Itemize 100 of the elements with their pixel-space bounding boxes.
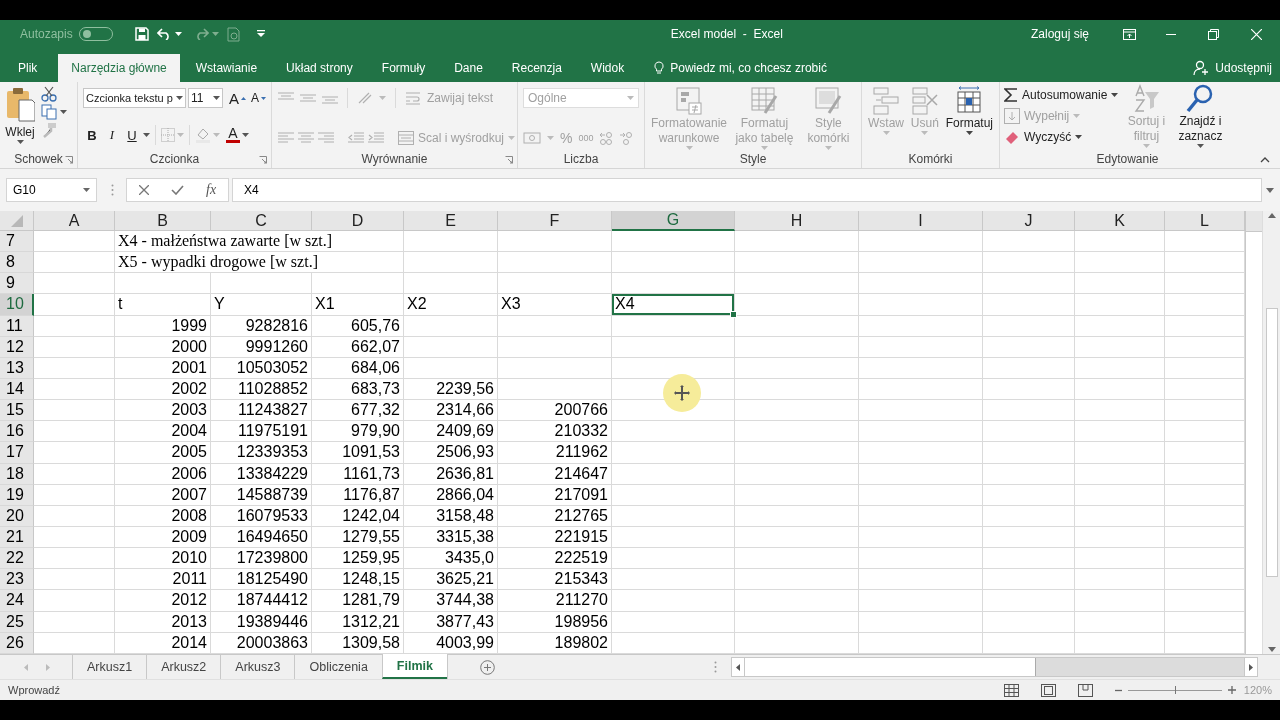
ribbon-tab[interactable]: Plik <box>0 54 56 82</box>
dialog-launcher-icon[interactable] <box>259 156 267 164</box>
table-cell: 2000 <box>115 336 211 358</box>
column-label-cell: X2 <box>404 294 498 316</box>
ribbon-display-icon[interactable] <box>1123 28 1136 40</box>
row-header[interactable]: 21 <box>0 526 34 549</box>
page-break-icon[interactable] <box>1077 683 1093 697</box>
column-header[interactable]: D <box>312 211 404 231</box>
row-header[interactable]: 19 <box>0 484 34 506</box>
zoom-in-icon[interactable] <box>1227 686 1236 694</box>
scissors-icon[interactable] <box>41 86 57 102</box>
name-box[interactable]: G10 <box>6 178 97 202</box>
scroll-up-icon[interactable] <box>1267 213 1276 218</box>
row-header[interactable]: 14 <box>0 379 34 401</box>
ribbon-tab[interactable]: Formuły <box>368 54 439 82</box>
editing-button[interactable]: Autosumowanie <box>1022 87 1108 102</box>
decrease-font-button[interactable]: A <box>251 91 259 105</box>
vertical-scrollbar[interactable] <box>1262 211 1280 654</box>
expand-formula-icon[interactable] <box>1266 187 1274 193</box>
row-header[interactable]: 16 <box>0 421 34 443</box>
row-header[interactable]: 8 <box>0 252 34 274</box>
row-header[interactable]: 17 <box>0 442 34 464</box>
add-sheet-icon[interactable] <box>479 659 495 675</box>
share-button[interactable]: Udostępnij <box>1215 61 1272 75</box>
check-icon[interactable] <box>171 185 184 195</box>
row-header[interactable]: 15 <box>0 400 34 422</box>
caret-icon <box>1111 92 1119 97</box>
group-label: Schowek <box>14 152 63 166</box>
row-header[interactable]: 23 <box>0 569 34 591</box>
find-select-button[interactable]: Znajdź i zaznacz <box>1174 84 1227 150</box>
ribbon-tab[interactable]: Narzędzia główne <box>58 54 180 82</box>
ribbon-tab[interactable]: Dane <box>441 54 496 82</box>
underline-button[interactable]: U <box>123 127 141 143</box>
row-header[interactable]: 10 <box>0 294 34 316</box>
sheet-tab[interactable]: Filmik <box>381 654 447 679</box>
dialog-launcher-icon[interactable] <box>505 156 513 164</box>
row-header[interactable]: 7 <box>0 231 34 253</box>
ribbon-button[interactable]: Formatuj <box>945 86 993 150</box>
insert-function-button[interactable]: fx <box>206 182 217 198</box>
customize-menu-icon[interactable] <box>256 30 265 38</box>
row-header[interactable]: 25 <box>0 611 34 633</box>
collapse-ribbon-icon[interactable] <box>1260 157 1270 163</box>
page-layout-icon[interactable] <box>1040 683 1056 697</box>
row-header[interactable]: 22 <box>0 548 34 570</box>
table-cell: 215343 <box>498 569 612 591</box>
ribbon-tab[interactable]: Recenzja <box>498 54 575 82</box>
horizontal-scroll-thumb[interactable] <box>745 658 1036 676</box>
column-header[interactable]: L <box>1165 211 1245 231</box>
editing-button[interactable]: Wyczyść <box>1024 129 1072 144</box>
paste-button[interactable]: Wklej <box>5 86 35 150</box>
increase-font-button[interactable]: A <box>228 89 239 107</box>
restore-icon[interactable] <box>1208 28 1219 40</box>
ribbon-tab[interactable]: Widok <box>577 54 638 82</box>
ribbon-tab[interactable]: Układ strony <box>273 54 366 82</box>
increase-decimal-icon <box>599 131 614 145</box>
scroll-down-icon[interactable] <box>1267 647 1276 652</box>
active-cell[interactable]: X4 <box>612 294 735 316</box>
row-header[interactable]: 18 <box>0 463 34 485</box>
table-cell: 2012 <box>115 590 211 612</box>
column-header[interactable]: A <box>34 211 115 231</box>
formula-input[interactable]: X4 <box>232 178 1262 202</box>
bold-button[interactable]: B <box>83 127 101 143</box>
column-header[interactable]: B <box>115 211 211 231</box>
row-header[interactable]: 11 <box>0 315 34 337</box>
scroll-right-icon[interactable] <box>1249 663 1253 671</box>
undo-icon[interactable] <box>156 28 172 40</box>
ribbon-tab[interactable]: Wstawianie <box>182 54 271 82</box>
column-header[interactable]: I <box>859 211 983 231</box>
column-header[interactable]: J <box>983 211 1075 231</box>
dialog-launcher-icon[interactable] <box>65 156 73 164</box>
font-color-button[interactable]: A <box>228 127 238 140</box>
caret-icon <box>882 131 890 135</box>
column-header[interactable]: E <box>404 211 498 231</box>
fill-color-icon[interactable] <box>195 127 211 143</box>
italic-button[interactable]: I <box>103 127 121 143</box>
sign-in-link[interactable]: Zaloguj się <box>1030 27 1089 41</box>
row-header[interactable]: 26 <box>0 632 34 654</box>
copy-icon[interactable] <box>41 104 57 120</box>
column-header[interactable]: H <box>735 211 859 231</box>
tell-me-field[interactable]: Powiedz mi, co chcesz zrobić <box>670 61 827 75</box>
font-size-dropdown[interactable]: 11 <box>187 88 223 108</box>
row-header[interactable]: 24 <box>0 590 34 612</box>
vertical-scroll-thumb[interactable] <box>1265 308 1278 577</box>
save-icon[interactable] <box>134 27 149 41</box>
column-header[interactable]: G <box>612 211 735 231</box>
horizontal-scrollbar[interactable] <box>731 657 1258 677</box>
print-preview-icon[interactable] <box>226 26 241 42</box>
row-header[interactable]: 12 <box>0 336 34 358</box>
normal-view-icon[interactable] <box>1003 683 1019 697</box>
column-header[interactable]: C <box>211 211 312 231</box>
cancel-icon[interactable] <box>139 185 149 195</box>
scroll-left-icon[interactable] <box>736 663 740 671</box>
column-header[interactable]: K <box>1075 211 1165 231</box>
column-header[interactable]: F <box>498 211 612 231</box>
font-name-dropdown[interactable]: Czcionka tekstu p <box>83 88 186 108</box>
row-header[interactable]: 9 <box>0 273 34 295</box>
currency-icon <box>523 131 541 145</box>
row-header[interactable]: 20 <box>0 505 34 527</box>
row-header[interactable]: 13 <box>0 357 34 379</box>
close-icon[interactable] <box>1251 28 1262 40</box>
